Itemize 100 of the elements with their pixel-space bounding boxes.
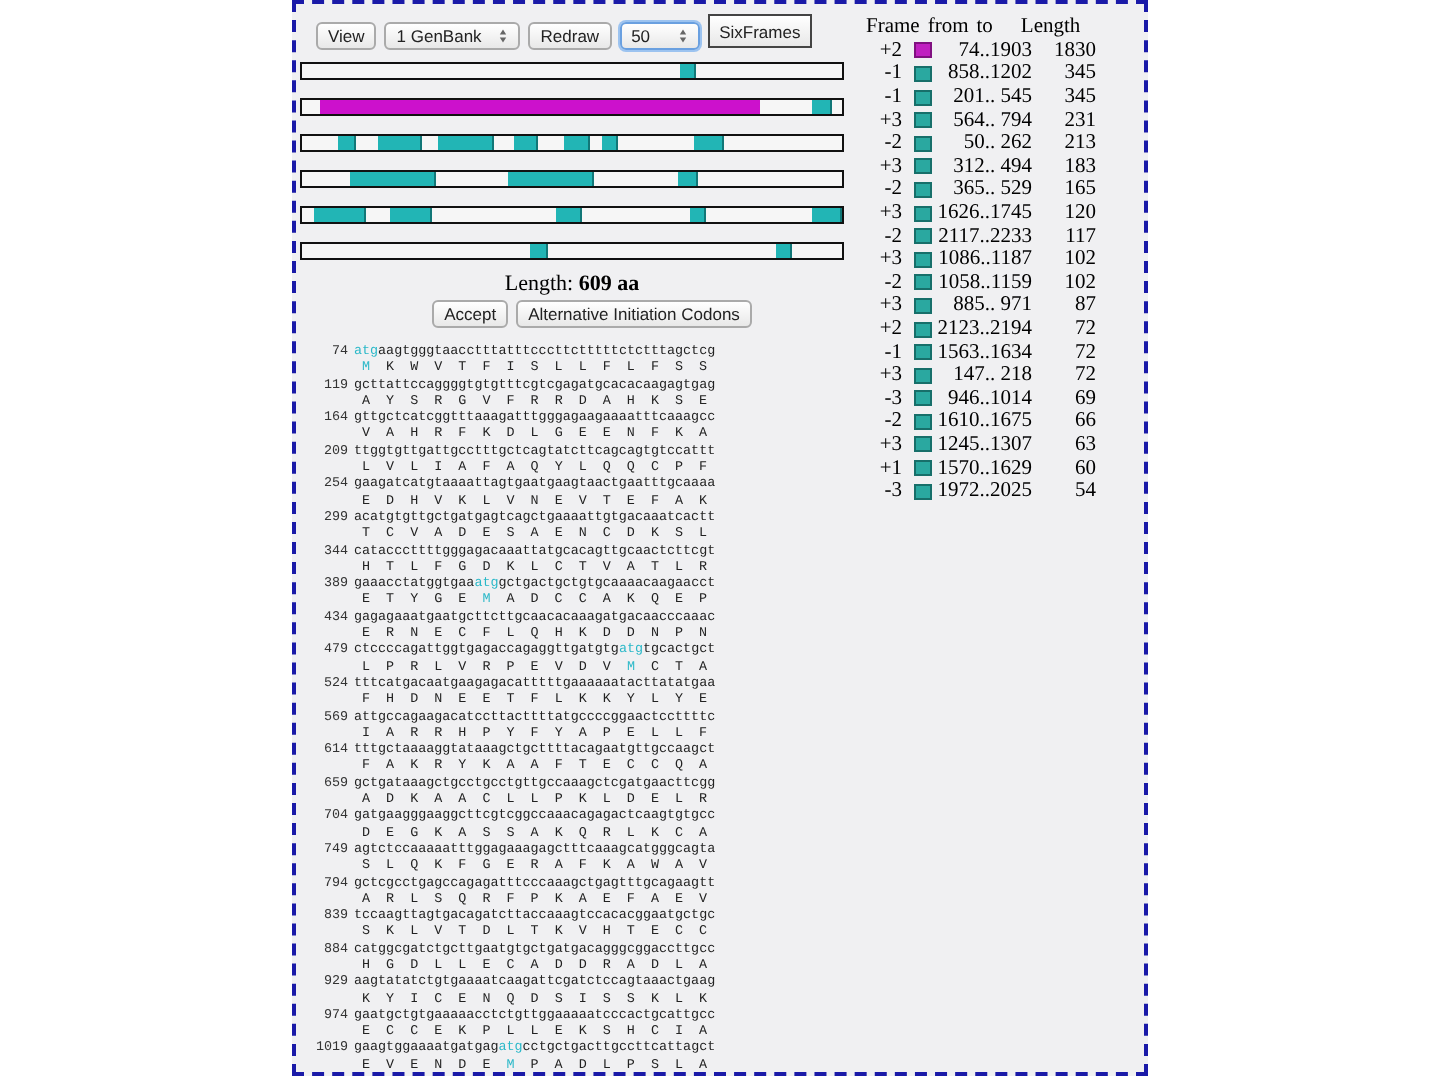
orf-square[interactable] (914, 42, 932, 59)
range-cell-text: 2123..2194 (935, 318, 1032, 341)
frame-cell-text: +3 (877, 294, 902, 317)
orf-square[interactable] (914, 483, 932, 500)
range-cell-text: 1058..1159 (936, 271, 1032, 294)
redraw-button[interactable]: Redraw (528, 22, 612, 50)
column-header: to (976, 16, 993, 39)
orf-length: Length: 609 aa (502, 272, 642, 296)
range-cell-text: 1626..1745 (935, 202, 1032, 225)
orf-block[interactable] (677, 172, 697, 186)
frame-cell-text: +1 (877, 457, 902, 480)
frame-cell-text: -2 (882, 271, 902, 294)
orf-block[interactable] (679, 64, 696, 78)
orf-square[interactable] (914, 65, 932, 82)
length-cell-text: 72 (1073, 341, 1096, 364)
orf-square[interactable] (914, 460, 932, 477)
range-cell-text: 858..1202 (946, 62, 1032, 85)
range-cell-text: 312.. 494 (951, 155, 1032, 178)
orf-square[interactable] (914, 135, 932, 152)
range-cell-text: 74..1903 (956, 39, 1032, 62)
accept-button[interactable]: Accept (432, 300, 509, 328)
length-cell-text: 1830 (1052, 39, 1096, 62)
frame-cell-text: -2 (882, 132, 902, 155)
length-cell-text: 231 (1062, 109, 1096, 132)
range-cell-text: 147.. 218 (951, 364, 1032, 387)
range-cell-text: 1610..1675 (935, 410, 1032, 433)
size-select[interactable]: 50 (619, 22, 700, 50)
length-cell-text: 72 (1073, 318, 1096, 341)
orf-square[interactable] (914, 89, 932, 106)
length-cell-text: 54 (1073, 480, 1096, 503)
orf-square[interactable] (914, 112, 932, 129)
range-cell-text: 201.. 545 (951, 86, 1032, 109)
orf-block[interactable] (529, 244, 548, 258)
orf-block[interactable] (601, 136, 619, 150)
orf-square[interactable] (914, 413, 932, 430)
range-cell-text: 1086..1187 (936, 248, 1032, 271)
range-cell-text: 1245..1307 (935, 433, 1032, 456)
orf-block[interactable] (337, 136, 357, 150)
orf-block[interactable] (437, 136, 495, 150)
length-cell-text: 102 (1062, 248, 1096, 271)
length-cell-text: 87 (1073, 294, 1096, 317)
six-frames-button[interactable]: SixFrames (707, 14, 813, 48)
orf-square[interactable] (914, 367, 932, 384)
length-cell-text: 120 (1062, 202, 1096, 225)
orf-square[interactable] (914, 436, 932, 453)
orf-square[interactable] (914, 297, 932, 314)
range-cell-text: 1972..2025 (935, 480, 1032, 503)
orf-block[interactable] (689, 208, 707, 222)
orf-square[interactable] (914, 228, 932, 245)
column-header: Frame (866, 16, 920, 39)
view-button[interactable]: View (316, 22, 377, 50)
alternative-codons-button[interactable]: Alternative Initiation Codons (516, 300, 752, 328)
length-cell-text: 102 (1062, 271, 1096, 294)
length-cell-text: 63 (1073, 433, 1096, 456)
frame-cell-text: -2 (882, 225, 902, 248)
frame-cell-text: +2 (877, 318, 902, 341)
frame-cell-text: -1 (882, 86, 902, 109)
orf-block[interactable] (693, 136, 724, 150)
frame-cell-text: +3 (877, 248, 902, 271)
orf-square[interactable] (914, 158, 932, 175)
length-cell-text: 183 (1062, 155, 1096, 178)
length-cell-text: 69 (1073, 387, 1096, 410)
column-header: from (927, 16, 969, 39)
orf-block[interactable] (377, 136, 423, 150)
orf-square[interactable] (914, 321, 932, 338)
range-cell-text: 1570..1629 (935, 457, 1032, 480)
length-cell-text: 72 (1073, 364, 1096, 387)
range-cell-text: 564.. 794 (951, 109, 1032, 132)
range-cell-text: 1563..1634 (935, 341, 1032, 364)
length-cell-text: 66 (1073, 410, 1096, 433)
orf-block[interactable] (389, 208, 432, 222)
frame-cell-text: +3 (877, 433, 902, 456)
orf-square[interactable] (914, 251, 932, 268)
dropdown-arrows-icon (498, 28, 509, 44)
length-cell-text: 117 (1063, 225, 1096, 248)
orf-block[interactable] (811, 208, 842, 222)
orf-block[interactable] (563, 136, 590, 150)
database-select[interactable]: 1 GenBank (384, 22, 521, 50)
length-cell-text: 345 (1062, 62, 1096, 85)
frame-cell-text: +2 (877, 39, 902, 62)
range-cell-text: 885.. 971 (951, 294, 1032, 317)
orf-block[interactable] (556, 208, 583, 222)
orf-square[interactable] (914, 390, 932, 407)
length-cell-text: 345 (1062, 86, 1096, 109)
frame-cell-text: -1 (882, 341, 902, 364)
range-cell-text: 50.. 262 (961, 132, 1032, 155)
length-cell-text: 165 (1062, 178, 1096, 201)
frame-cell-text: -3 (882, 480, 902, 503)
orf-square[interactable] (914, 181, 932, 198)
orf-square[interactable] (914, 205, 932, 222)
orf-square[interactable] (914, 274, 932, 291)
frame-cell-text: -2 (882, 410, 902, 433)
range-cell-text: 946..1014 (946, 387, 1032, 410)
range-cell-text: 365.. 529 (951, 178, 1032, 201)
dropdown-arrows-icon (677, 28, 688, 44)
column-header: Length (1020, 16, 1081, 39)
frame-cell-text: +3 (877, 202, 902, 225)
frame-cell-text: +3 (877, 109, 902, 132)
orf-square[interactable] (914, 344, 932, 361)
frame-cell-text: -3 (882, 387, 902, 410)
